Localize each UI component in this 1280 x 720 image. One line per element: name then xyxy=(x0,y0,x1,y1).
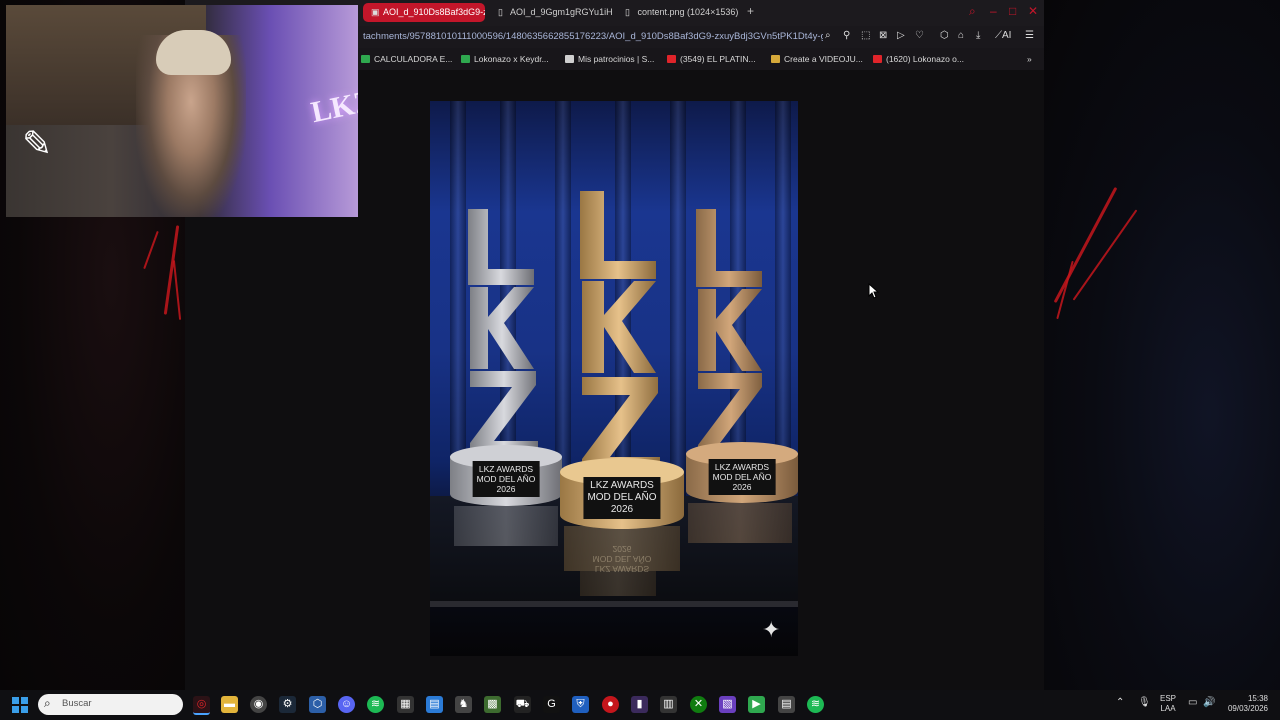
red-streak xyxy=(143,230,159,270)
taskbar-search[interactable]: ⌕ Buscar xyxy=(38,694,183,715)
obs-icon[interactable]: ◉ xyxy=(250,696,267,713)
neon-sign: LKZ xyxy=(308,83,358,130)
tab-label: AOI_d_9Ggm1gRGYu1iHvC xyxy=(510,7,612,17)
play-icon[interactable]: ▷ xyxy=(897,30,905,41)
tab-content-png[interactable]: ▯ content.png (1024×1536) xyxy=(617,3,745,22)
file-explorer-icon[interactable]: ▬ xyxy=(221,696,238,713)
search-tabs-icon[interactable]: ⌕ xyxy=(969,4,976,19)
sheet-icon xyxy=(461,55,470,63)
extensions-icon[interactable]: ⬡ xyxy=(940,30,949,41)
bookmark-item[interactable]: (3549) EL PLATIN... xyxy=(667,52,756,66)
ai-label: AI xyxy=(1002,30,1012,41)
download-icon[interactable]: ⤓ xyxy=(976,30,980,41)
spotify-icon[interactable]: ≋ xyxy=(367,696,384,713)
trophy-plaque: LKZ AWARDS MOD DEL AÑO 2026 xyxy=(708,459,776,495)
image-icon: ▣ xyxy=(371,7,380,17)
search-icon: ⌕ xyxy=(44,696,51,710)
ai-button[interactable]: ⟋AI xyxy=(995,30,1011,41)
red-streak xyxy=(1072,209,1138,301)
streamdeck-icon[interactable]: ▦ xyxy=(397,696,414,713)
minimize-icon[interactable]: – xyxy=(990,4,997,18)
app-icon[interactable]: ▥ xyxy=(660,696,677,713)
bookmark-item[interactable]: Create a VIDEOJU... xyxy=(771,52,863,66)
tab-label: AOI_d_910Ds8Baf3dG9-z xyxy=(383,7,485,17)
defender-icon[interactable]: ⛨ xyxy=(572,696,589,713)
page-icon: ▯ xyxy=(498,7,503,17)
wand-icon: ⟋ xyxy=(995,30,1002,41)
red-streak xyxy=(172,260,182,320)
pin-icon[interactable]: ⚲ xyxy=(843,30,850,41)
close-icon[interactable]: ✕ xyxy=(1028,4,1038,18)
url-field[interactable]: tachments/957881010111000596/14806356628… xyxy=(363,29,823,45)
spotify-icon[interactable]: ≋ xyxy=(807,696,824,713)
new-tab-button[interactable]: + xyxy=(747,4,754,18)
microphone-icon[interactable]: 🎙 xyxy=(1138,698,1151,708)
red-streak xyxy=(1053,186,1118,304)
search-placeholder: Buscar xyxy=(62,698,92,709)
bookmark-label: Lokonazo x Keydr... xyxy=(474,54,549,64)
tab-image-1[interactable]: ▣ AOI_d_910Ds8Baf3dG9-z xyxy=(363,3,485,22)
youtube-icon xyxy=(873,55,882,63)
shield-icon[interactable]: ⊠ xyxy=(879,30,887,41)
sparkle-icon: ✦ xyxy=(762,617,781,642)
steam-icon[interactable]: ⚙ xyxy=(279,696,296,713)
account-icon[interactable]: ⌂ xyxy=(958,30,964,41)
opera-gx-icon[interactable]: ◎ xyxy=(193,696,210,715)
bookmark-label: (1620) Lokonazo o... xyxy=(886,54,964,64)
taskbar: ⌕ Buscar ◎ ▬ ◉ ⚙ ⬡ ☺ ≋ ▦ ▤ ♞ ▩ ⛟ G ⛨ ● ▮… xyxy=(0,690,1280,720)
channel-logo-icon: ✎ xyxy=(22,123,53,164)
car-game-icon[interactable]: ⛟ xyxy=(514,696,531,713)
app-icon[interactable]: G xyxy=(543,696,560,713)
notepad-icon[interactable]: ▤ xyxy=(426,696,443,713)
xbox-icon[interactable]: ✕ xyxy=(690,696,707,713)
trophy-image[interactable]: LKZ AWARDS MOD DEL AÑO 2026 LKZ AWARDS M… xyxy=(430,101,798,656)
screenshot-icon[interactable]: ⬚ xyxy=(861,30,870,41)
mouse-cursor-icon xyxy=(868,283,880,299)
bookmarks-more-button[interactable]: » xyxy=(1027,52,1032,66)
bookmark-label: CALCULADORA E... xyxy=(374,54,453,64)
shield-app-icon[interactable]: ⬡ xyxy=(309,696,326,713)
plaque-reflection: LKZ AWARDS MOD DEL AÑO 2026 xyxy=(592,544,652,574)
start-button[interactable] xyxy=(12,697,28,713)
tab-image-2[interactable]: ▯ AOI_d_9Ggm1gRGYu1iHvC xyxy=(490,3,612,22)
tab-label: content.png (1024×1536) xyxy=(637,7,739,17)
bookmark-label: (3549) EL PLATIN... xyxy=(680,54,756,64)
bookmark-item[interactable]: CALCULADORA E... xyxy=(361,52,452,66)
volume-icon[interactable]: 🔊 xyxy=(1203,698,1215,708)
app-icon[interactable]: ▮ xyxy=(631,696,648,713)
language-indicator[interactable]: ESP LAA xyxy=(1160,694,1176,714)
bookmark-item[interactable]: Mis patrocinios | S... xyxy=(565,52,654,66)
zoom-icon[interactable]: ⌕ xyxy=(825,30,831,41)
bookmark-label: Create a VIDEOJU... xyxy=(784,54,863,64)
discord-icon[interactable]: ☺ xyxy=(338,696,355,713)
page-icon xyxy=(565,55,574,63)
chevron-up-icon[interactable]: ⌃ xyxy=(1116,698,1124,708)
page-icon: ▯ xyxy=(625,7,630,17)
minecraft-icon[interactable]: ▩ xyxy=(484,696,501,713)
game-icon[interactable]: ♞ xyxy=(455,696,472,713)
bookmark-item[interactable]: Lokonazo x Keydr... xyxy=(461,52,549,66)
sheet-icon xyxy=(361,55,370,63)
folder-icon xyxy=(771,55,780,63)
heart-icon[interactable]: ♡ xyxy=(915,30,924,41)
bookmark-item[interactable]: (1620) Lokonazo o... xyxy=(873,52,964,66)
trophy-plaque: LKZ AWARDS MOD DEL AÑO 2026 xyxy=(472,461,540,497)
trophy-plaque: LKZ AWARDS MOD DEL AÑO 2026 xyxy=(583,477,661,519)
app-icon[interactable]: ▤ xyxy=(778,696,795,713)
bookmark-label: Mis patrocinios | S... xyxy=(578,54,655,64)
webcam-overlay: LKZ ✎ xyxy=(6,5,358,217)
sheets-icon[interactable]: ▶ xyxy=(748,696,765,713)
menu-icon[interactable]: ☰ xyxy=(1025,30,1034,41)
record-icon[interactable]: ● xyxy=(602,696,619,713)
network-icon[interactable]: ▭ xyxy=(1188,698,1197,708)
maximize-icon[interactable]: □ xyxy=(1009,4,1016,18)
stream-background-right xyxy=(1044,0,1280,690)
youtube-icon xyxy=(667,55,676,63)
app-icon[interactable]: ▧ xyxy=(719,696,736,713)
clock[interactable]: 15:38 09/03/2026 xyxy=(1226,694,1268,714)
